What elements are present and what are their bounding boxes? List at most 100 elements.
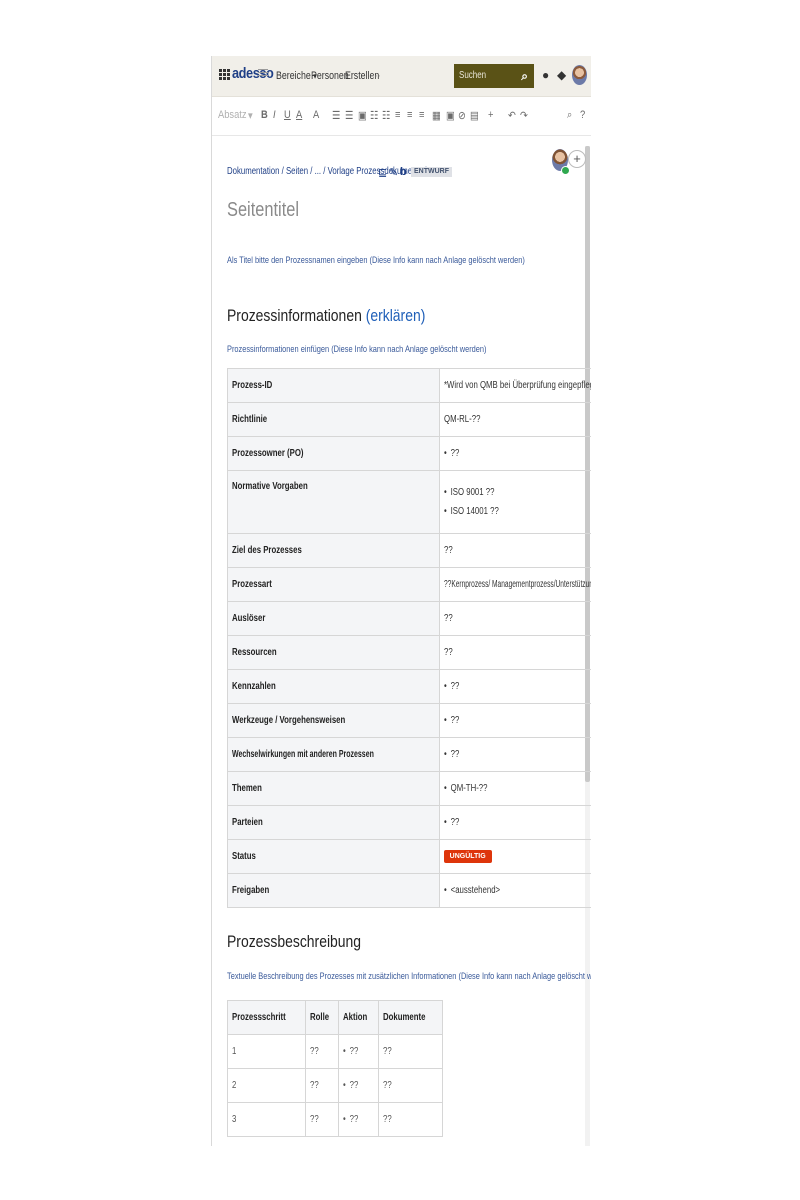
bullet-list-icon[interactable]: ☰ bbox=[332, 109, 340, 122]
table-value-cell[interactable]: ?? bbox=[438, 601, 591, 636]
draft-badge: ENTWURF bbox=[411, 167, 452, 177]
table-value-cell[interactable]: ?? bbox=[438, 703, 591, 738]
table-cell[interactable]: 3 bbox=[227, 1102, 306, 1137]
cell-text: Dokumente bbox=[383, 1012, 426, 1023]
nav-personen[interactable]: Personen bbox=[311, 70, 349, 82]
layout-icon[interactable]: ▦ bbox=[432, 109, 441, 122]
table-value-cell[interactable]: ?? bbox=[438, 533, 591, 568]
align-left-icon[interactable]: ≡ bbox=[395, 109, 400, 121]
search-field[interactable]: Suchen ⌕ bbox=[454, 64, 534, 88]
table-value-cell[interactable]: ?? bbox=[438, 635, 591, 670]
table-cell[interactable]: ?? bbox=[338, 1068, 380, 1103]
search-input[interactable]: Suchen bbox=[459, 70, 486, 81]
table-key-cell[interactable]: Prozess-ID bbox=[227, 368, 440, 403]
table-icon[interactable]: ▤ bbox=[470, 109, 479, 122]
process-steps-table: Prozessschritt Rolle Aktion Dokumente 1 … bbox=[227, 1000, 443, 1137]
cell-text: Prozessart bbox=[232, 579, 272, 590]
table-cell[interactable]: ?? bbox=[338, 1034, 380, 1069]
undo-icon[interactable]: ↶ bbox=[508, 109, 516, 122]
table-value-cell[interactable]: UNGÜLTIG bbox=[438, 839, 591, 874]
table-key-cell[interactable]: Themen bbox=[227, 771, 440, 806]
top-navigation-bar: adesso Bereiche ▾ Personen Erstellen ···… bbox=[212, 56, 591, 97]
table-value-cell[interactable]: QM-TH-?? bbox=[438, 771, 591, 806]
table-value-cell[interactable]: ?? bbox=[438, 436, 591, 471]
column-header[interactable]: Prozessschritt bbox=[227, 1000, 306, 1035]
table-header-row: Prozessschritt Rolle Aktion Dokumente bbox=[227, 1000, 443, 1035]
table-value-cell[interactable]: ISO 9001 ?? ISO 14001 ?? bbox=[438, 470, 591, 534]
list-item: ?? bbox=[444, 749, 591, 760]
indent-icon[interactable]: ☷ bbox=[382, 109, 390, 122]
status-badge[interactable]: UNGÜLTIG bbox=[443, 850, 492, 863]
table-key-cell[interactable]: Wechselwirkungen mit anderen Prozessen bbox=[227, 737, 440, 772]
align-right-icon[interactable]: ≡ bbox=[419, 109, 424, 121]
table-cell[interactable]: ?? bbox=[338, 1102, 380, 1137]
cell-text: 2 bbox=[232, 1080, 237, 1091]
table-key-cell[interactable]: Ziel des Prozesses bbox=[227, 533, 440, 568]
process-info-table: Prozess-ID *Wird von QMB bei Überprüfung… bbox=[227, 368, 591, 908]
table-value-cell[interactable]: *Wird von QMB bei Überprüfung eingepfleg… bbox=[438, 368, 591, 403]
bold-button[interactable]: B bbox=[261, 109, 268, 121]
table-cell[interactable]: ?? bbox=[304, 1102, 340, 1137]
invite-collaborator-button[interactable]: + bbox=[568, 150, 586, 168]
app-switcher-icon[interactable] bbox=[219, 69, 231, 81]
table-value-cell[interactable]: ?? bbox=[438, 737, 591, 772]
chevron-down-icon[interactable]: ▾ bbox=[248, 109, 253, 122]
restrictions-icon[interactable]: ✎ bbox=[389, 166, 398, 179]
table-key-cell[interactable]: Ressourcen bbox=[227, 635, 440, 670]
table-key-cell[interactable]: Kennzahlen bbox=[227, 669, 440, 704]
table-value-cell[interactable]: <ausstehend> bbox=[438, 873, 591, 908]
underline-button[interactable]: U bbox=[284, 109, 291, 121]
search-icon[interactable]: ⌕ bbox=[521, 69, 528, 84]
table-cell[interactable]: 1 bbox=[227, 1034, 306, 1069]
table-key-cell[interactable]: Auslöser bbox=[227, 601, 440, 636]
table-cell[interactable]: ?? bbox=[304, 1068, 340, 1103]
numbered-list-icon[interactable]: ☰ bbox=[345, 109, 353, 122]
table-value-cell[interactable]: ??Kernprozess/ Managementprozess/Unterst… bbox=[438, 567, 591, 602]
table-key-cell[interactable]: Status bbox=[227, 839, 440, 874]
table-value-cell[interactable]: QM-RL-?? bbox=[438, 402, 591, 437]
align-center-icon[interactable]: ≡ bbox=[407, 109, 412, 121]
table-value-cell[interactable]: ?? bbox=[438, 669, 591, 704]
table-key-cell[interactable]: Werkzeuge / Vorgehensweisen bbox=[227, 703, 440, 738]
link-icon[interactable]: ⊘ bbox=[458, 109, 466, 122]
page-tree-icon[interactable]: ⊑ bbox=[378, 166, 387, 179]
paragraph-style-select[interactable]: Absatz bbox=[218, 109, 247, 121]
avatar[interactable] bbox=[572, 65, 587, 85]
notification-icon[interactable]: ◆ bbox=[557, 68, 566, 82]
column-header[interactable]: Rolle bbox=[304, 1000, 340, 1035]
redo-icon[interactable]: ↷ bbox=[520, 109, 528, 122]
list-item: ISO 9001 ?? bbox=[444, 483, 591, 502]
table-cell[interactable]: ?? bbox=[378, 1102, 443, 1137]
nav-more[interactable]: ··· bbox=[372, 70, 381, 82]
page-title[interactable]: Seitentitel bbox=[227, 199, 299, 222]
task-list-icon[interactable]: ▣ bbox=[358, 109, 367, 122]
table-key-cell[interactable]: Prozessowner (PO) bbox=[227, 436, 440, 471]
more-formatting-button[interactable]: A bbox=[313, 109, 319, 121]
explain-link[interactable]: (erklären) bbox=[366, 306, 426, 325]
table-key-cell[interactable]: Prozessart bbox=[227, 567, 440, 602]
insert-icon[interactable]: + bbox=[488, 109, 493, 121]
outdent-icon[interactable]: ☷ bbox=[370, 109, 378, 122]
status-icon[interactable]: b bbox=[400, 166, 407, 178]
table-row: 2 ?? ?? ?? bbox=[227, 1068, 443, 1103]
column-header[interactable]: Dokumente bbox=[378, 1000, 443, 1035]
help-icon[interactable]: ● bbox=[542, 68, 549, 82]
table-value-cell[interactable]: ?? bbox=[438, 805, 591, 840]
find-replace-icon[interactable]: ⌕ bbox=[567, 109, 572, 122]
column-header[interactable]: Aktion bbox=[338, 1000, 380, 1035]
table-cell[interactable]: ?? bbox=[378, 1034, 443, 1069]
table-cell[interactable]: 2 bbox=[227, 1068, 306, 1103]
image-icon[interactable]: ▣ bbox=[446, 109, 455, 122]
table-key-cell[interactable]: Freigaben bbox=[227, 873, 440, 908]
table-cell[interactable]: ?? bbox=[304, 1034, 340, 1069]
text-color-button[interactable]: A bbox=[296, 109, 302, 121]
italic-button[interactable]: I bbox=[273, 109, 276, 121]
table-key-cell[interactable]: Normative Vorgaben bbox=[227, 470, 440, 534]
table-cell[interactable]: ?? bbox=[378, 1068, 443, 1103]
table-key-cell[interactable]: Parteien bbox=[227, 805, 440, 840]
table-key-cell[interactable]: Richtlinie bbox=[227, 402, 440, 437]
table-row: Werkzeuge / Vorgehensweisen ?? bbox=[227, 703, 591, 738]
section-hint: Prozessinformationen einfügen (Diese Inf… bbox=[227, 344, 487, 355]
cell-text: ?? bbox=[443, 647, 453, 658]
help-icon[interactable]: ? bbox=[580, 109, 585, 121]
